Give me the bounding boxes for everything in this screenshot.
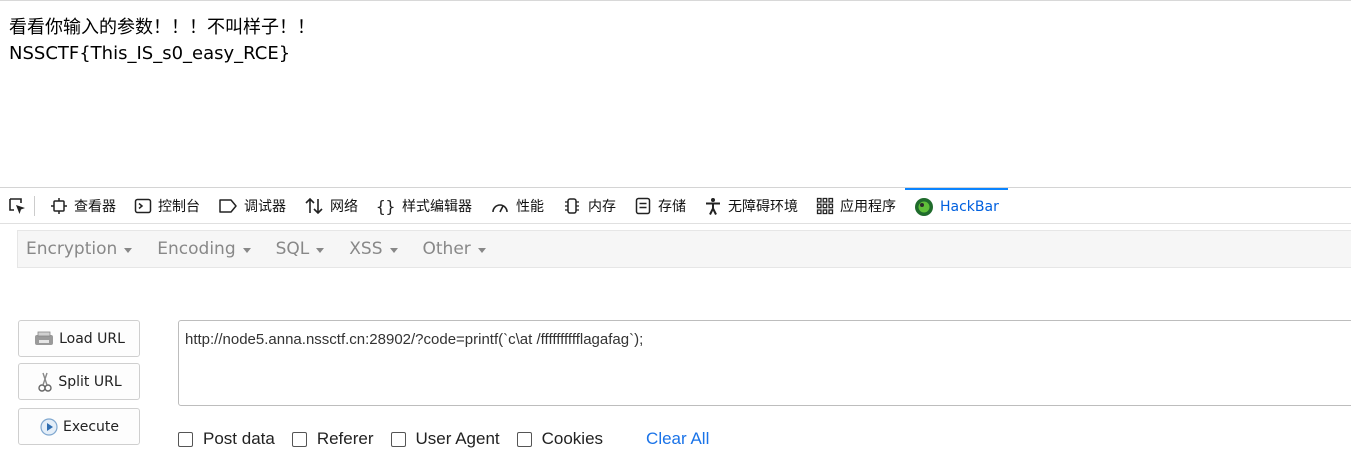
tab-console[interactable]: 控制台 xyxy=(125,188,209,224)
tab-storage[interactable]: 存储 xyxy=(625,188,695,224)
tab-debugger[interactable]: 调试器 xyxy=(209,188,295,224)
tab-label: HackBar xyxy=(940,198,999,215)
accessibility-icon xyxy=(706,197,720,215)
element-picker-icon xyxy=(9,197,25,214)
application-icon xyxy=(816,197,834,214)
checkbox[interactable] xyxy=(390,431,406,447)
load-url-icon xyxy=(35,331,54,345)
menu-label: Encoding xyxy=(157,239,236,259)
option-label: Cookies xyxy=(541,429,604,448)
split-url-button[interactable]: Split URL xyxy=(18,363,140,400)
url-value: http://node5.anna.nssctf.cn:28902/?code=… xyxy=(185,331,644,348)
memory-icon xyxy=(565,197,579,214)
inspector-icon xyxy=(51,197,67,214)
devtools-panel: 查看器 控制台 调试器 网络 {} 样式编辑器 性能 内存 存储 无障碍环境 应… xyxy=(0,187,1351,448)
network-icon xyxy=(305,197,323,214)
toolbar-separator xyxy=(34,195,35,216)
tab-application[interactable]: 应用程序 xyxy=(807,188,905,224)
hackbar-menubar: Encryption Encoding SQL XSS Other xyxy=(17,230,1351,268)
tab-inspector[interactable]: 查看器 xyxy=(41,188,125,224)
chevron-down-icon xyxy=(316,247,325,253)
menu-label: Encryption xyxy=(26,239,118,259)
option-label: User Agent xyxy=(415,429,500,448)
menu-sql[interactable]: SQL xyxy=(268,239,333,259)
tab-style-editor[interactable]: {} 样式编辑器 xyxy=(367,188,481,224)
menu-encoding[interactable]: Encoding xyxy=(149,239,258,259)
tab-label: 存储 xyxy=(658,198,686,215)
hackbar-body: Encryption Encoding SQL XSS Other Load U… xyxy=(0,224,1351,448)
page-content: 看看你输入的参数！！！不叫样子！！ NSSCTF{This_IS_s0_easy… xyxy=(0,0,1351,187)
debugger-icon xyxy=(219,198,237,213)
menu-label: SQL xyxy=(275,239,310,259)
chevron-down-icon xyxy=(389,247,398,253)
button-label: Split URL xyxy=(58,373,122,390)
tab-label: 网络 xyxy=(330,198,358,215)
tab-accessibility[interactable]: 无障碍环境 xyxy=(695,188,807,224)
tab-memory[interactable]: 内存 xyxy=(553,188,625,224)
performance-icon xyxy=(492,203,508,212)
option-post-data[interactable]: Post data xyxy=(178,429,275,449)
checkbox[interactable] xyxy=(291,431,307,447)
clear-all-link[interactable]: Clear All xyxy=(646,429,709,449)
tab-network[interactable]: 网络 xyxy=(295,188,367,224)
element-picker-button[interactable] xyxy=(0,188,34,224)
play-icon xyxy=(40,417,58,436)
page-line-2: NSSCTF{This_IS_s0_easy_RCE} xyxy=(9,43,291,64)
menu-label: XSS xyxy=(349,239,383,259)
option-label: Post data xyxy=(203,429,275,448)
url-input[interactable]: http://node5.anna.nssctf.cn:28902/?code=… xyxy=(178,320,1351,406)
tab-label: 控制台 xyxy=(158,198,200,215)
tab-label: 调试器 xyxy=(244,198,286,215)
storage-icon xyxy=(635,197,651,214)
checkbox[interactable] xyxy=(178,431,193,447)
menu-label: Other xyxy=(422,239,471,259)
console-icon xyxy=(134,198,152,213)
tab-label: 应用程序 xyxy=(840,198,896,215)
menu-other[interactable]: Other xyxy=(415,239,494,259)
tab-label: 无障碍环境 xyxy=(728,198,798,215)
page-line-1: 看看你输入的参数！！！不叫样子！！ xyxy=(9,17,315,38)
chevron-down-icon xyxy=(242,247,251,253)
option-cookies[interactable]: Cookies xyxy=(516,429,604,449)
tab-label: 查看器 xyxy=(74,198,116,215)
hackbar-options: Post data Referer User Agent Cookies Cle… xyxy=(178,428,709,450)
chevron-down-icon xyxy=(124,247,133,253)
tab-hackbar[interactable]: HackBar xyxy=(905,187,1008,224)
scissors-icon xyxy=(38,372,53,392)
tab-performance[interactable]: 性能 xyxy=(481,188,553,224)
menu-encryption[interactable]: Encryption xyxy=(18,239,140,259)
option-referer[interactable]: Referer xyxy=(291,429,374,449)
chevron-down-icon xyxy=(477,247,486,253)
option-user-agent[interactable]: User Agent xyxy=(390,429,500,449)
tab-label: 样式编辑器 xyxy=(402,198,472,215)
tab-label: 性能 xyxy=(516,198,544,215)
load-url-button[interactable]: Load URL xyxy=(18,320,140,357)
devtools-toolbar: 查看器 控制台 调试器 网络 {} 样式编辑器 性能 内存 存储 无障碍环境 应… xyxy=(0,187,1351,224)
button-label: Execute xyxy=(63,418,119,435)
button-label: Load URL xyxy=(59,330,125,347)
menu-xss[interactable]: XSS xyxy=(341,239,405,259)
tab-label: 内存 xyxy=(588,198,616,215)
svg-text:{}: {} xyxy=(376,197,395,215)
checkbox[interactable] xyxy=(516,431,532,447)
style-editor-icon: {} xyxy=(376,197,395,215)
hackbar-icon xyxy=(915,197,933,216)
option-label: Referer xyxy=(316,429,374,448)
